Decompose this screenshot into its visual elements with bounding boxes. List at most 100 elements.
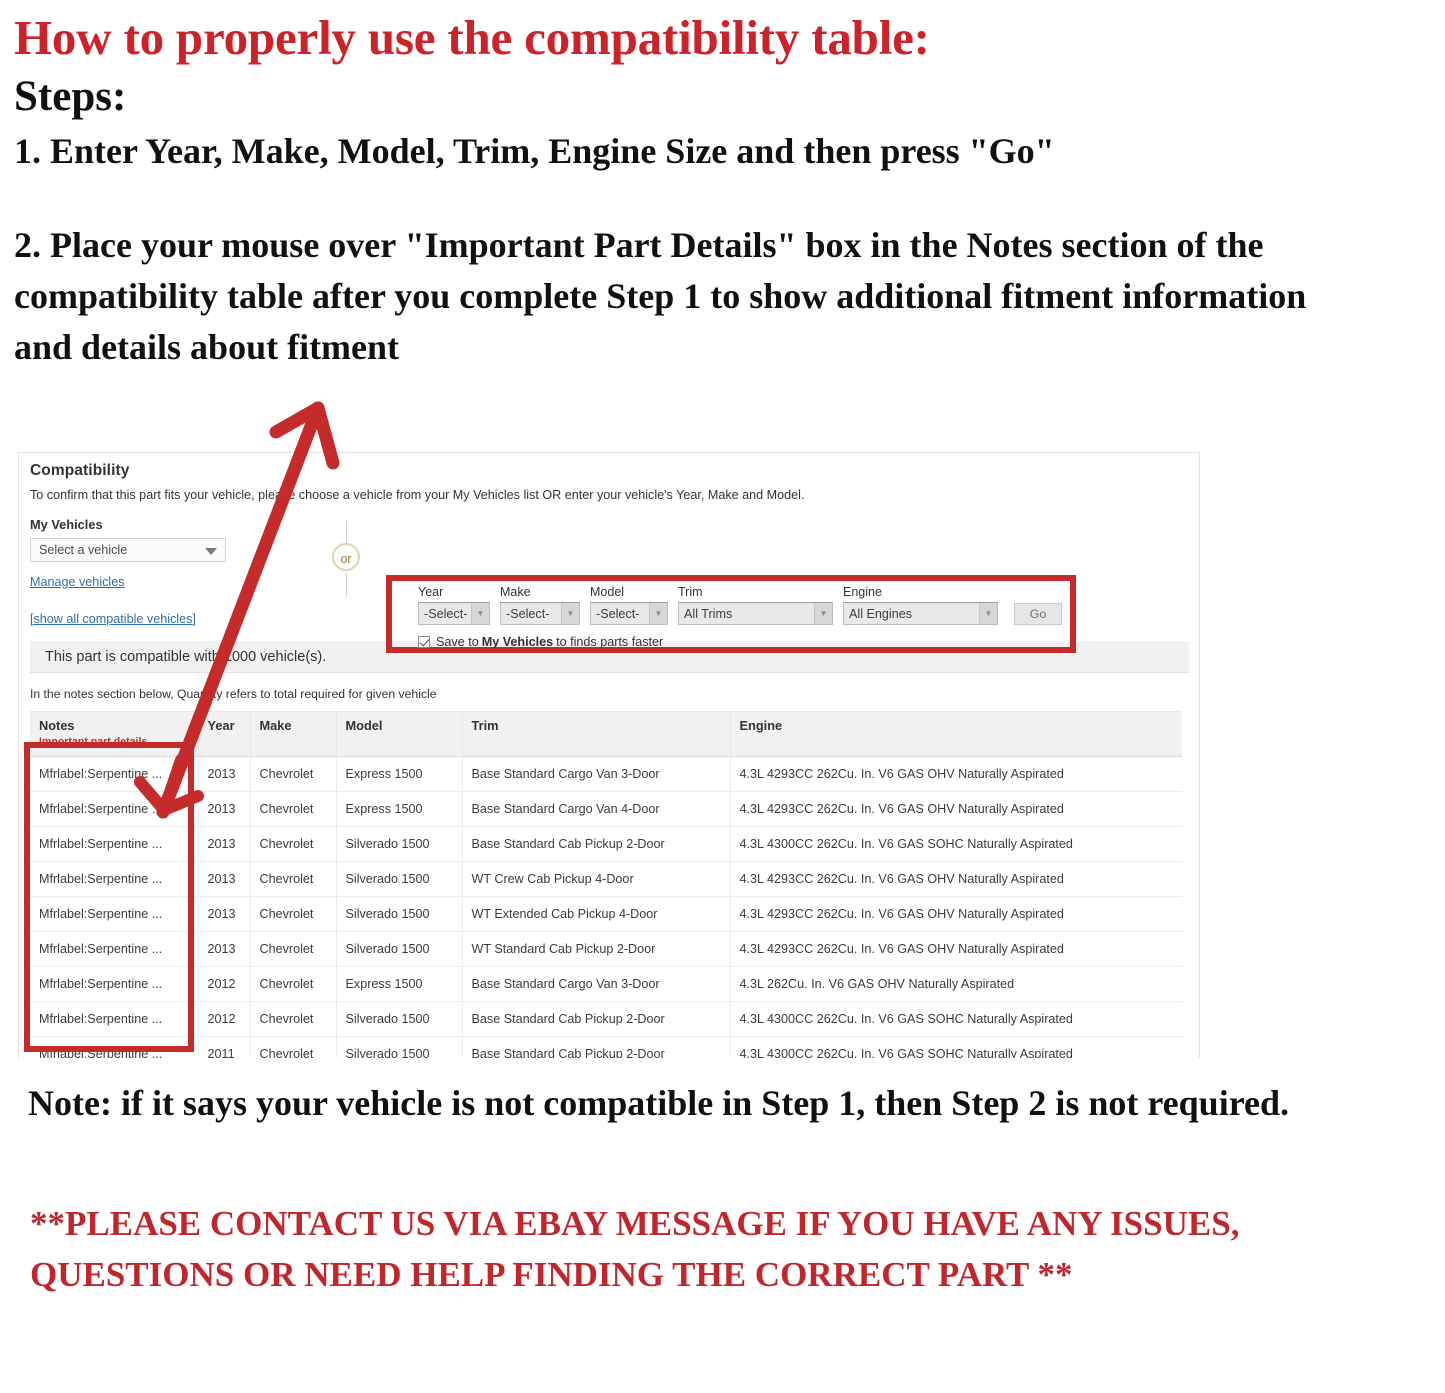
year-field-group: Year -Select- ▼ [418, 585, 490, 625]
cell-year: 2013 [198, 826, 251, 862]
save-suffix-text: to finds parts faster [556, 635, 664, 649]
engine-select[interactable]: All Engines ▼ [843, 602, 998, 625]
cell-trim: WT Extended Cab Pickup 4-Door [462, 896, 731, 932]
trim-field-group: Trim All Trims ▼ [678, 585, 833, 625]
save-to-my-vehicles-row[interactable]: Save to My Vehicles to finds parts faste… [418, 635, 1062, 649]
column-header-notes-label: Notes [39, 718, 75, 733]
cell-model: Silverado 1500 [336, 896, 463, 932]
table-row: Mfrlabel:Serpentine ... 2011 Chevrolet Silv… [30, 1036, 1182, 1058]
cell-make: Chevrolet [250, 931, 337, 967]
cell-year: 2013 [198, 861, 251, 897]
cell-model: Silverado 1500 [336, 861, 463, 897]
cell-model: Express 1500 [336, 756, 463, 792]
cell-engine: 4.3L 4293CC 262Cu. In. V6 GAS OHV Natura… [730, 861, 1182, 897]
chevron-down-icon: ▼ [649, 603, 667, 624]
cell-make: Chevrolet [250, 896, 337, 932]
column-header-notes: Notes Important part details [30, 711, 199, 757]
notes-quantity-hint: In the notes section below, Quantity ref… [30, 687, 437, 701]
cell-year: 2011 [198, 1036, 251, 1058]
step-2-text: 2. Place your mouse over "Important Part… [14, 224, 1307, 367]
trim-label: Trim [678, 585, 703, 599]
model-select[interactable]: -Select- ▼ [590, 602, 668, 625]
make-select[interactable]: -Select- ▼ [500, 602, 580, 625]
or-badge: or [332, 543, 360, 571]
save-prefix-text: Save to [436, 635, 479, 649]
table-row: Mfrlabel:Serpentine ... 2012 Chevrolet Silv… [30, 1001, 1182, 1037]
column-header-engine: Engine [730, 711, 1182, 757]
compatibility-subtitle: To confirm that this part fits your vehi… [30, 488, 805, 502]
chevron-down-icon: ▼ [561, 603, 579, 624]
cell-model: Silverado 1500 [336, 1036, 463, 1058]
cell-model: Silverado 1500 [336, 931, 463, 967]
trim-value: All Trims [684, 606, 733, 621]
cell-trim: Base Standard Cab Pickup 2-Door [462, 1036, 731, 1058]
or-divider: or [325, 517, 369, 601]
cell-make: Chevrolet [250, 756, 337, 792]
cell-model: Silverado 1500 [336, 826, 463, 862]
footer-note: Note: if it says your vehicle is not com… [28, 1083, 1290, 1123]
cell-model: Express 1500 [336, 791, 463, 827]
cell-trim: Base Standard Cargo Van 3-Door [462, 966, 731, 1002]
my-vehicles-select[interactable]: Select a vehicle [30, 538, 226, 562]
save-bold-text: My Vehicles [481, 635, 554, 649]
cell-notes[interactable]: Mfrlabel:Serpentine ... [30, 756, 199, 792]
page-title: How to properly use the compatibility ta… [14, 10, 930, 65]
or-line-bottom [346, 573, 347, 597]
column-header-make: Make [250, 711, 337, 757]
trim-select[interactable]: All Trims ▼ [678, 602, 833, 625]
my-vehicles-label: My Vehicles [30, 517, 103, 532]
table-header-row: Notes Important part details Year Make M… [30, 711, 1182, 757]
cell-engine: 4.3L 4293CC 262Cu. In. V6 GAS OHV Natura… [730, 756, 1182, 792]
cell-notes[interactable]: Mfrlabel:Serpentine ... [30, 966, 199, 1002]
cell-year: 2013 [198, 791, 251, 827]
cell-year: 2012 [198, 966, 251, 1002]
cell-trim: Base Standard Cargo Van 3-Door [462, 756, 731, 792]
important-part-details-label: Important part details [39, 736, 148, 748]
year-select[interactable]: -Select- ▼ [418, 602, 490, 625]
make-field-group: Make -Select- ▼ [500, 585, 580, 625]
model-field-group: Model -Select- ▼ [590, 585, 668, 625]
column-header-trim: Trim [462, 711, 731, 757]
cell-engine: 4.3L 4293CC 262Cu. In. V6 GAS OHV Natura… [730, 896, 1182, 932]
model-value: -Select- [596, 606, 640, 621]
cell-notes[interactable]: Mfrlabel:Serpentine ... [30, 1001, 199, 1037]
cell-notes[interactable]: Mfrlabel:Serpentine ... [30, 861, 199, 897]
cell-notes[interactable]: Mfrlabel:Serpentine ... [30, 791, 199, 827]
table-row: Mfrlabel:Serpentine ... 2013 Chevrolet Silv… [30, 826, 1182, 862]
table-row: Mfrlabel:Serpentine ... 2013 Chevrolet Silv… [30, 896, 1182, 932]
column-header-year: Year [198, 711, 251, 757]
table-row: Mfrlabel:Serpentine ... 2012 Chevrolet Expr… [30, 966, 1182, 1002]
save-vehicle-checkbox[interactable] [418, 636, 430, 648]
compatibility-title: Compatibility [30, 462, 130, 479]
cell-trim: Base Standard Cab Pickup 2-Door [462, 826, 731, 862]
cell-notes[interactable]: Mfrlabel:Serpentine ... [30, 931, 199, 967]
cell-notes[interactable]: Mfrlabel:Serpentine ... [30, 1036, 199, 1058]
cell-engine: 4.3L 4300CC 262Cu. In. V6 GAS SOHC Natur… [730, 1001, 1182, 1037]
cell-notes[interactable]: Mfrlabel:Serpentine ... [30, 896, 199, 932]
table-row: Mfrlabel:Serpentine ... 2013 Chevrolet Silv… [30, 861, 1182, 897]
go-button[interactable]: Go [1014, 603, 1062, 625]
chevron-down-icon: ▼ [979, 603, 997, 624]
cell-engine: 4.3L 4293CC 262Cu. In. V6 GAS OHV Natura… [730, 791, 1182, 827]
cell-model: Silverado 1500 [336, 1001, 463, 1037]
cell-make: Chevrolet [250, 861, 337, 897]
make-label: Make [500, 585, 531, 599]
engine-value: All Engines [849, 606, 913, 621]
cell-make: Chevrolet [250, 1001, 337, 1037]
cell-trim: WT Crew Cab Pickup 4-Door [462, 861, 731, 897]
cell-year: 2012 [198, 1001, 251, 1037]
cell-trim: WT Standard Cab Pickup 2-Door [462, 931, 731, 967]
chevron-down-icon: ▼ [814, 603, 832, 624]
engine-field-group: Engine All Engines ▼ [843, 585, 998, 625]
year-value: -Select- [424, 606, 468, 621]
make-value: -Select- [506, 606, 550, 621]
cell-model: Express 1500 [336, 966, 463, 1002]
cell-notes[interactable]: Mfrlabel:Serpentine ... [30, 826, 199, 862]
compatibility-panel: Compatibility To confirm that this part … [18, 452, 1200, 1058]
year-label: Year [418, 585, 444, 599]
cell-engine: 4.3L 4300CC 262Cu. In. V6 GAS SOHC Natur… [730, 826, 1182, 862]
fitment-table-body: Mfrlabel:Serpentine ... 2013 Chevrolet Expr… [30, 756, 1182, 1058]
column-header-model: Model [336, 711, 463, 757]
chevron-down-icon: ▼ [471, 603, 489, 624]
table-row: Mfrlabel:Serpentine ... 2013 Chevrolet Silv… [30, 931, 1182, 967]
